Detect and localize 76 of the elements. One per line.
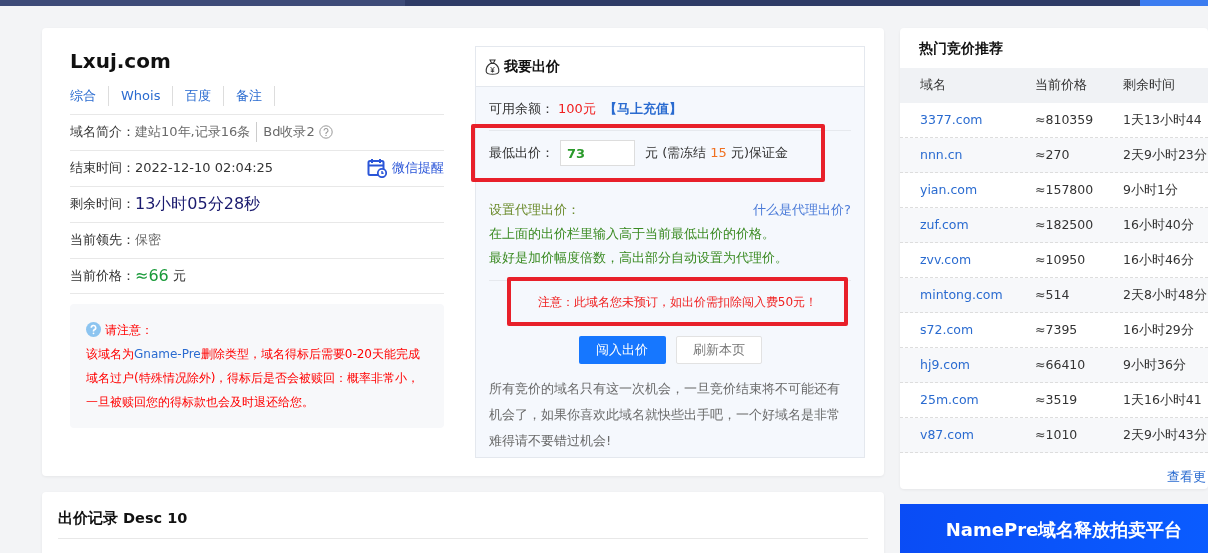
domain-link[interactable]: 25m.com [920,390,1035,410]
table-cell-text: 16小时40分 [1123,215,1194,234]
field-label: 域名简介： [70,123,135,142]
table-cell-text: 2天9小时43分 [1123,425,1207,444]
table-cell-text: ≈157800 [1035,180,1095,199]
table-cell-text: ≈7395 [1035,320,1079,339]
table-cell-text: ≈270 [1035,145,1071,164]
table-cell-text: ≈514 [1035,285,1071,304]
table-cell-text: ≈1010 [1035,425,1079,444]
calendar-clock-icon [367,158,387,178]
table-cell-text: 2天8小时48分 [1123,285,1207,304]
notice-title: 请注意： [105,321,153,339]
card-title: 热门竞价推荐 [919,38,1003,58]
refresh-button[interactable]: 刷新本页 [675,336,762,364]
info-text: 所有竞价的域名只有这一次机会，一旦竞价结束将不可能还有机会了，如果你喜欢此域名就快些出手吧，一个好域名是非常难得请不要错过机会! [489,380,841,450]
balance-value: 100元 [558,99,596,118]
field-value: Bd收录2 [256,122,315,142]
domain-link[interactable]: zvv.com [920,250,1035,270]
field-label: 当前价格： [70,266,135,285]
countdown-value: 13小时05分28秒 [135,193,261,215]
domain-link[interactable]: 百度 [185,86,225,106]
notice-text: 该域名为Gname-Pre删除类型，域名得标后需要0-20天能完成域名过户(特殊情况除外)，得标后是否会被赎回：概率非常小，一旦被赎回您的得标款也会及时退还给您。 [86,345,421,411]
column-header: 域名 [920,76,947,95]
domain-link[interactable]: s72.com [920,320,1035,340]
field-label: 最低出价： [489,144,554,163]
table-cell-text: ≈10950 [1035,250,1087,269]
domain-link[interactable]: mintong.com [920,285,1035,305]
field-label: 剩余时间： [70,195,135,214]
price-unit: 元 [172,266,186,285]
section-title: 出价记录 Desc 10 [58,510,188,526]
column-header: 剩余时间 [1123,76,1175,95]
table-cell-text: ≈810359 [1035,110,1095,129]
domain-link[interactable]: v87.com [920,425,1035,445]
table-cell-text: ≈66410 [1035,355,1087,374]
field-label: 结束时间： [70,159,135,178]
domain-link[interactable]: 3377.com [920,110,1035,130]
banner-title: NamePre域名释放拍卖平台 [945,518,1183,542]
table-cell-text: 16小时46分 [1123,250,1194,269]
help-icon[interactable] [318,125,333,139]
field-value: 保密 [135,231,161,250]
field-value: 建站10年,记录16条 [135,123,251,142]
table-cell-text: ≈182500 [1035,215,1095,234]
money-bag-icon [485,58,500,75]
domain-link[interactable]: 综合 [70,86,109,106]
domain-link[interactable]: Whois [121,86,174,106]
domain-title: Lxuj.com [70,48,172,75]
domain-link[interactable]: 备注 [236,86,276,106]
column-header: 当前价格 [1035,76,1088,95]
table-cell-text: 9小时36分 [1123,355,1186,374]
deposit-text: 元 (需冻结 15 元)保证金 [645,144,789,163]
table-cell-text: ≈3519 [1035,390,1079,409]
field-label: 当前领先： [70,231,135,250]
field-label: 可用余额： [489,99,554,118]
help-icon [86,322,101,337]
bid-button[interactable]: 闯入出价 [578,336,666,364]
proxy-label: 设置代理出价： [489,201,580,219]
price-value: ≈66 [135,264,169,287]
domain-link[interactable]: nnn.cn [920,145,1035,165]
domain-link[interactable]: hj9.com [920,355,1035,375]
hint-text: 最好是加价幅度倍数，高出部分自动设置为代理价。 [489,249,789,267]
warning-text: 注意：此域名您未预订，如出价需扣除闯入费50元！ [537,293,818,311]
bid-input[interactable]: 73 [560,140,635,166]
proxy-help-link[interactable]: 什么是代理出价? [753,198,851,222]
domain-link[interactable]: zuf.com [920,215,1035,235]
reminder-link[interactable]: 微信提醒 [367,158,444,178]
table-cell-text: 9小时1分 [1123,180,1178,199]
table-cell-text: 1天16小时41 [1123,390,1202,409]
field-value: 2022-12-10 02:04:25 [135,159,274,178]
more-link[interactable]: 查看更 [1167,469,1206,484]
hint-text: 在上面的出价栏里输入高于当前最低出价的价格。 [489,225,776,243]
table-cell-text: 1天13小时44 [1123,110,1202,129]
domain-link[interactable]: yian.com [920,180,1035,200]
recharge-link[interactable]: 【马上充值】 [603,98,682,119]
table-cell-text: 2天9小时23分 [1123,145,1207,164]
table-cell-text: 16小时29分 [1123,320,1194,339]
panel-title: 我要出价 [504,57,560,76]
